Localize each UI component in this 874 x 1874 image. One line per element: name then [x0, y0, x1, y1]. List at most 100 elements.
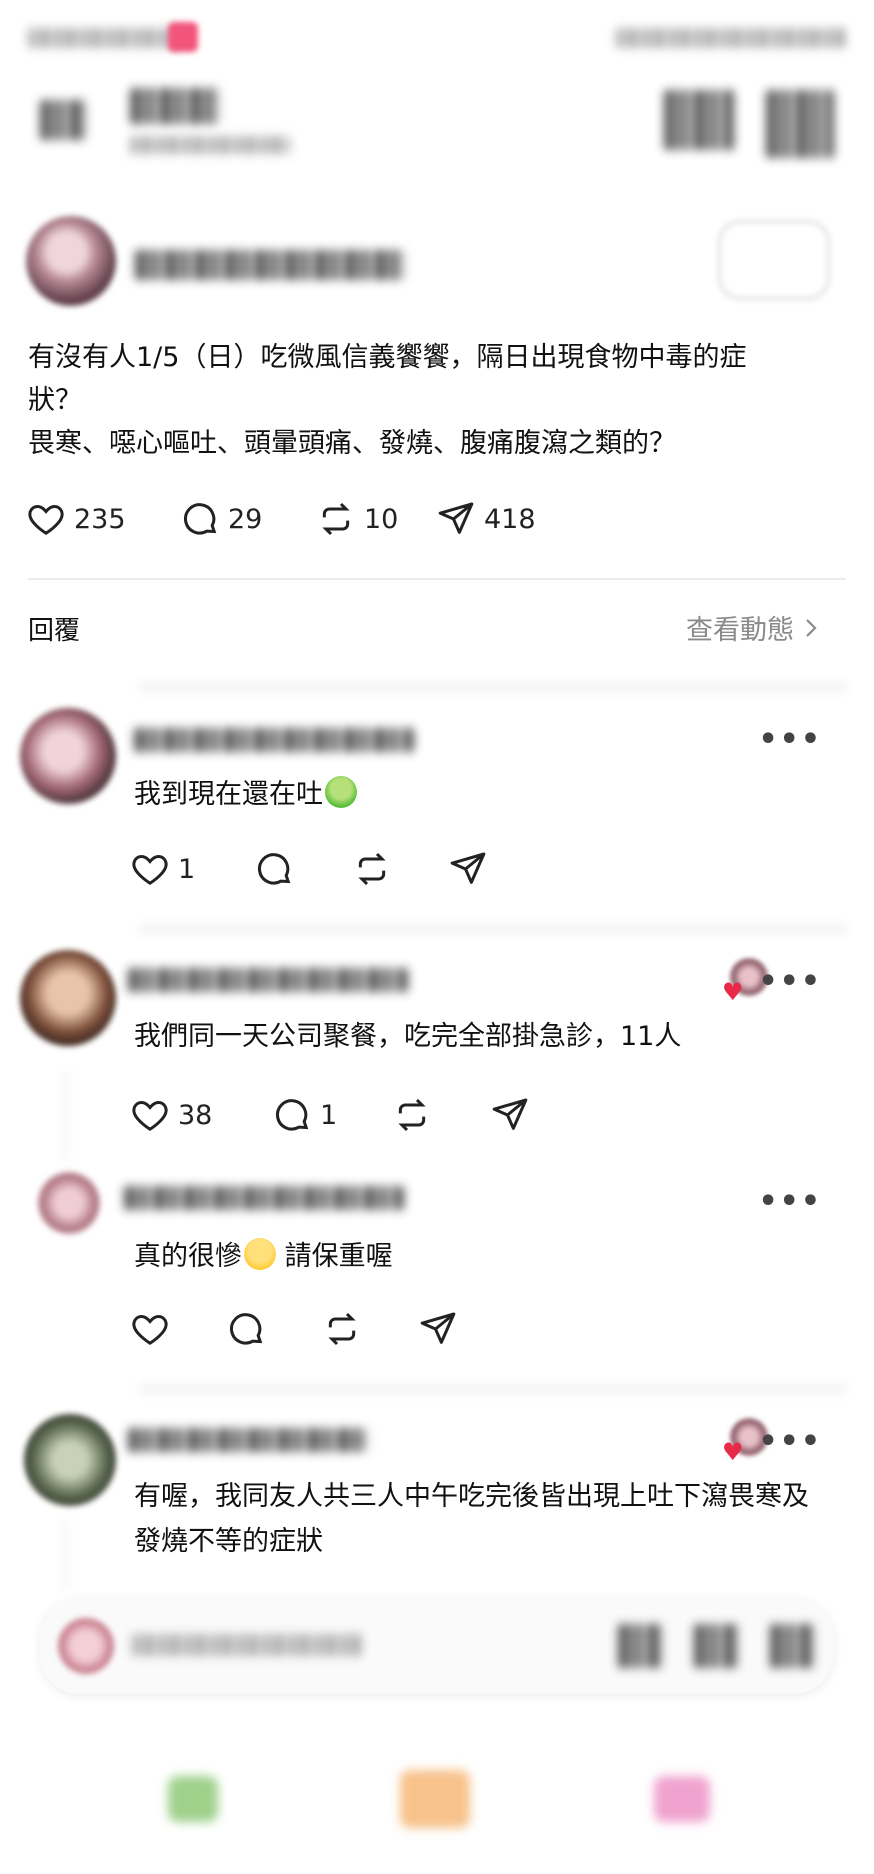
bottom-nav	[0, 1770, 874, 1850]
more-options-button[interactable]: •••	[758, 1424, 822, 1459]
comment-count: 1	[320, 1099, 338, 1131]
heart-filled-icon: ♥	[722, 978, 744, 1006]
heart-icon	[132, 1314, 168, 1345]
back-arrow-icon[interactable]	[40, 100, 86, 140]
send-icon	[450, 852, 486, 884]
post-text: 有沒有人1/5（日）吃微風信義饗饗，隔日出現食物中毒的症 狀？ 畏寒、噁心嘔吐、…	[28, 342, 747, 459]
like-count: 38	[178, 1099, 213, 1131]
top-nav	[0, 80, 874, 170]
my-avatar	[58, 1618, 114, 1674]
comment-text: 我們同一天公司聚餐，吃完全部掛急診，11人	[134, 1021, 682, 1052]
repost-icon	[398, 1098, 426, 1132]
comment-button[interactable]	[226, 1306, 266, 1352]
send-icon	[420, 1312, 456, 1344]
repost-icon	[328, 1312, 356, 1346]
share-button[interactable]	[418, 1306, 458, 1352]
view-activity-link[interactable]: 查看動態	[686, 608, 818, 647]
divider	[140, 684, 846, 690]
more-options-button[interactable]: •••	[758, 1184, 822, 1219]
back-icon[interactable]	[654, 1776, 710, 1822]
mic-icon[interactable]	[770, 1624, 814, 1668]
share-button[interactable]	[490, 1092, 530, 1138]
reply-composer[interactable]	[40, 1598, 834, 1694]
divider	[140, 1386, 846, 1392]
heart-filled-icon: ♥	[722, 1438, 744, 1466]
repost-button[interactable]	[322, 1306, 362, 1352]
follow-button[interactable]	[718, 220, 830, 300]
comment-icon	[276, 1099, 309, 1131]
comment-text-suffix: 請保重喔	[276, 1241, 393, 1272]
more-options-button[interactable]: •••	[758, 964, 822, 999]
nav-subtitle	[130, 136, 290, 154]
image-icon[interactable]	[694, 1624, 738, 1668]
heart-icon	[28, 504, 64, 535]
view-activity-label: 查看動態	[686, 615, 794, 646]
like-button[interactable]: 1	[130, 846, 195, 892]
comment-actions	[130, 1306, 630, 1352]
comment-text: 有喔，我同友人共三人中午吃完後皆出現上吐下瀉畏寒及 發燒不等的症狀	[134, 1481, 809, 1557]
repost-icon	[322, 502, 350, 536]
comment-text-body: 我到現在還在吐	[134, 779, 323, 810]
divider	[28, 578, 846, 580]
nav-title	[130, 88, 220, 124]
comment-text: 真的很慘 請保重喔	[134, 1234, 844, 1279]
pleading-face-emoji	[244, 1238, 276, 1270]
gif-icon[interactable]	[618, 1624, 662, 1668]
nauseated-face-emoji	[325, 776, 357, 808]
comment-actions: 38 1	[130, 1092, 630, 1138]
commenter-name[interactable]	[128, 968, 408, 992]
commenter-avatar[interactable]	[38, 1172, 100, 1234]
recents-icon[interactable]	[168, 1776, 218, 1822]
commenter-name[interactable]	[124, 1186, 404, 1210]
heart-icon	[132, 1100, 168, 1131]
comment-button[interactable]: 29	[180, 496, 262, 542]
post-actions: 235 29 10 418	[26, 496, 846, 546]
more-options-icon[interactable]	[766, 90, 834, 158]
replies-label: 回覆	[28, 616, 81, 646]
share-button[interactable]: 418	[436, 496, 536, 542]
reply-input-placeholder[interactable]	[132, 1634, 362, 1656]
commenter-name[interactable]	[134, 728, 414, 752]
comment-button[interactable]: 1	[272, 1092, 337, 1138]
commenter-name[interactable]	[128, 1428, 368, 1452]
commenter-avatar[interactable]	[24, 1414, 116, 1506]
repost-button[interactable]: 10	[316, 496, 398, 542]
comment-actions: 1	[130, 846, 630, 892]
notification-bell-icon[interactable]	[664, 90, 734, 150]
like-button[interactable]: 38	[130, 1092, 212, 1138]
share-count: 418	[484, 503, 536, 535]
comment-icon	[258, 853, 291, 885]
post-author-avatar[interactable]	[26, 216, 116, 306]
thread-line	[64, 1520, 67, 1590]
comment-icon	[184, 503, 217, 535]
post-author-name[interactable]	[135, 250, 405, 280]
comment-button[interactable]	[254, 846, 294, 892]
heart-icon	[132, 854, 168, 885]
thread-line	[64, 1070, 67, 1160]
like-count: 1	[178, 853, 196, 885]
send-icon	[492, 1098, 528, 1130]
more-options-button[interactable]: •••	[758, 722, 822, 757]
home-icon[interactable]	[400, 1770, 470, 1828]
commenter-avatar[interactable]	[20, 950, 116, 1046]
repost-button[interactable]	[352, 846, 392, 892]
status-icons	[616, 28, 846, 48]
comment-text-body: 真的很慘	[134, 1241, 242, 1272]
commenter-avatar[interactable]	[20, 708, 116, 804]
share-button[interactable]	[448, 846, 488, 892]
comment-text: 我到現在還在吐	[134, 772, 844, 817]
chevron-right-icon	[806, 618, 817, 637]
notification-icon	[168, 22, 198, 52]
status-time	[28, 28, 178, 48]
repost-icon	[358, 852, 386, 886]
like-button[interactable]	[130, 1306, 170, 1352]
like-button[interactable]: 235	[26, 496, 126, 542]
status-bar	[28, 22, 846, 52]
repost-count: 10	[364, 503, 399, 535]
like-count: 235	[74, 503, 126, 535]
comment-icon	[230, 1313, 263, 1345]
repost-button[interactable]	[392, 1092, 432, 1138]
comment-count: 29	[228, 503, 263, 535]
send-icon	[438, 502, 474, 534]
divider	[140, 926, 846, 932]
